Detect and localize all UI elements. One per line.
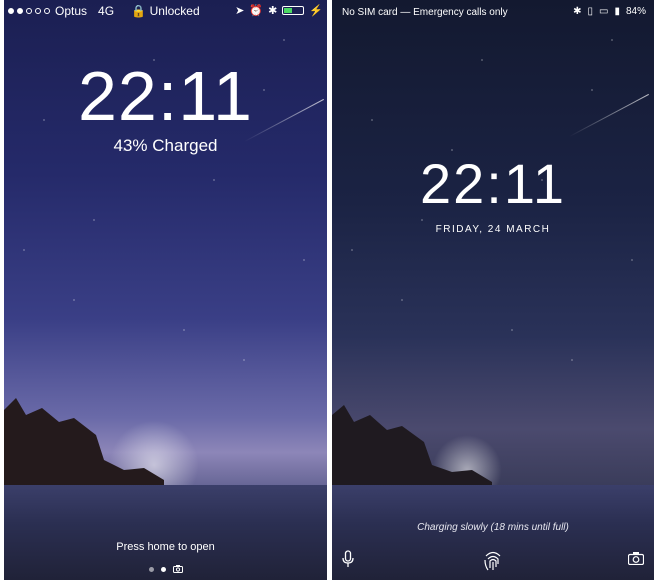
clock-time: 22:11 [420, 152, 566, 215]
lock-icon: 🔒 [131, 4, 147, 18]
alarm-icon: ⏰ [249, 5, 264, 17]
bluetooth-icon: ✱ [573, 6, 582, 17]
status-bar: No SIM card — Emergency calls only ✱ ▯ ▭… [332, 0, 654, 24]
charging-status: Charging slowly (18 mins until full) [417, 522, 569, 533]
battery-percent: 84% [625, 6, 646, 17]
status-icons: ➤ ⏰ ✱ ⚡ [235, 4, 323, 17]
press-home-hint: Press home to open [116, 541, 215, 553]
no-sim-icon: ▭ [599, 6, 609, 17]
battery-icon: ▮ [614, 6, 620, 17]
location-arrow-icon: ➤ [235, 5, 245, 17]
page-dot[interactable] [148, 566, 154, 572]
lock-actions [332, 548, 654, 572]
charge-status: 43% Charged [113, 136, 218, 155]
battery-level-fill [284, 8, 293, 13]
ios-lock-screen: Optus 4G 🔒 Unlocked ➤ ⏰ ✱ ⚡ 22:11 43% Ch… [4, 0, 327, 580]
vibrate-icon: ▯ [587, 6, 594, 17]
bluetooth-icon: ✱ [268, 5, 278, 17]
page-indicator [4, 565, 327, 573]
status-icons: ✱ ▯ ▭ ▮ 84% [573, 6, 646, 17]
sim-status: No SIM card — Emergency calls only [342, 7, 508, 18]
clock-time: 22:11 [78, 57, 253, 135]
rock-cliffs [4, 398, 164, 500]
android-lock-screen: No SIM card — Emergency calls only ✱ ▯ ▭… [332, 0, 654, 580]
date-label: FRIDAY, 24 MARCH [435, 224, 551, 235]
camera-icon[interactable] [628, 552, 644, 565]
page-dot-active[interactable] [160, 566, 166, 572]
camera-icon[interactable] [172, 565, 183, 573]
charging-bolt-icon: ⚡ [309, 5, 323, 17]
meteor-streak [569, 93, 649, 138]
battery-icon [282, 6, 305, 15]
status-bar: Optus 4G 🔒 Unlocked ➤ ⏰ ✱ ⚡ [4, 0, 327, 22]
lock-status-label: Unlocked [149, 4, 200, 18]
fingerprint-icon[interactable] [482, 548, 504, 572]
microphone-icon[interactable] [342, 550, 354, 568]
